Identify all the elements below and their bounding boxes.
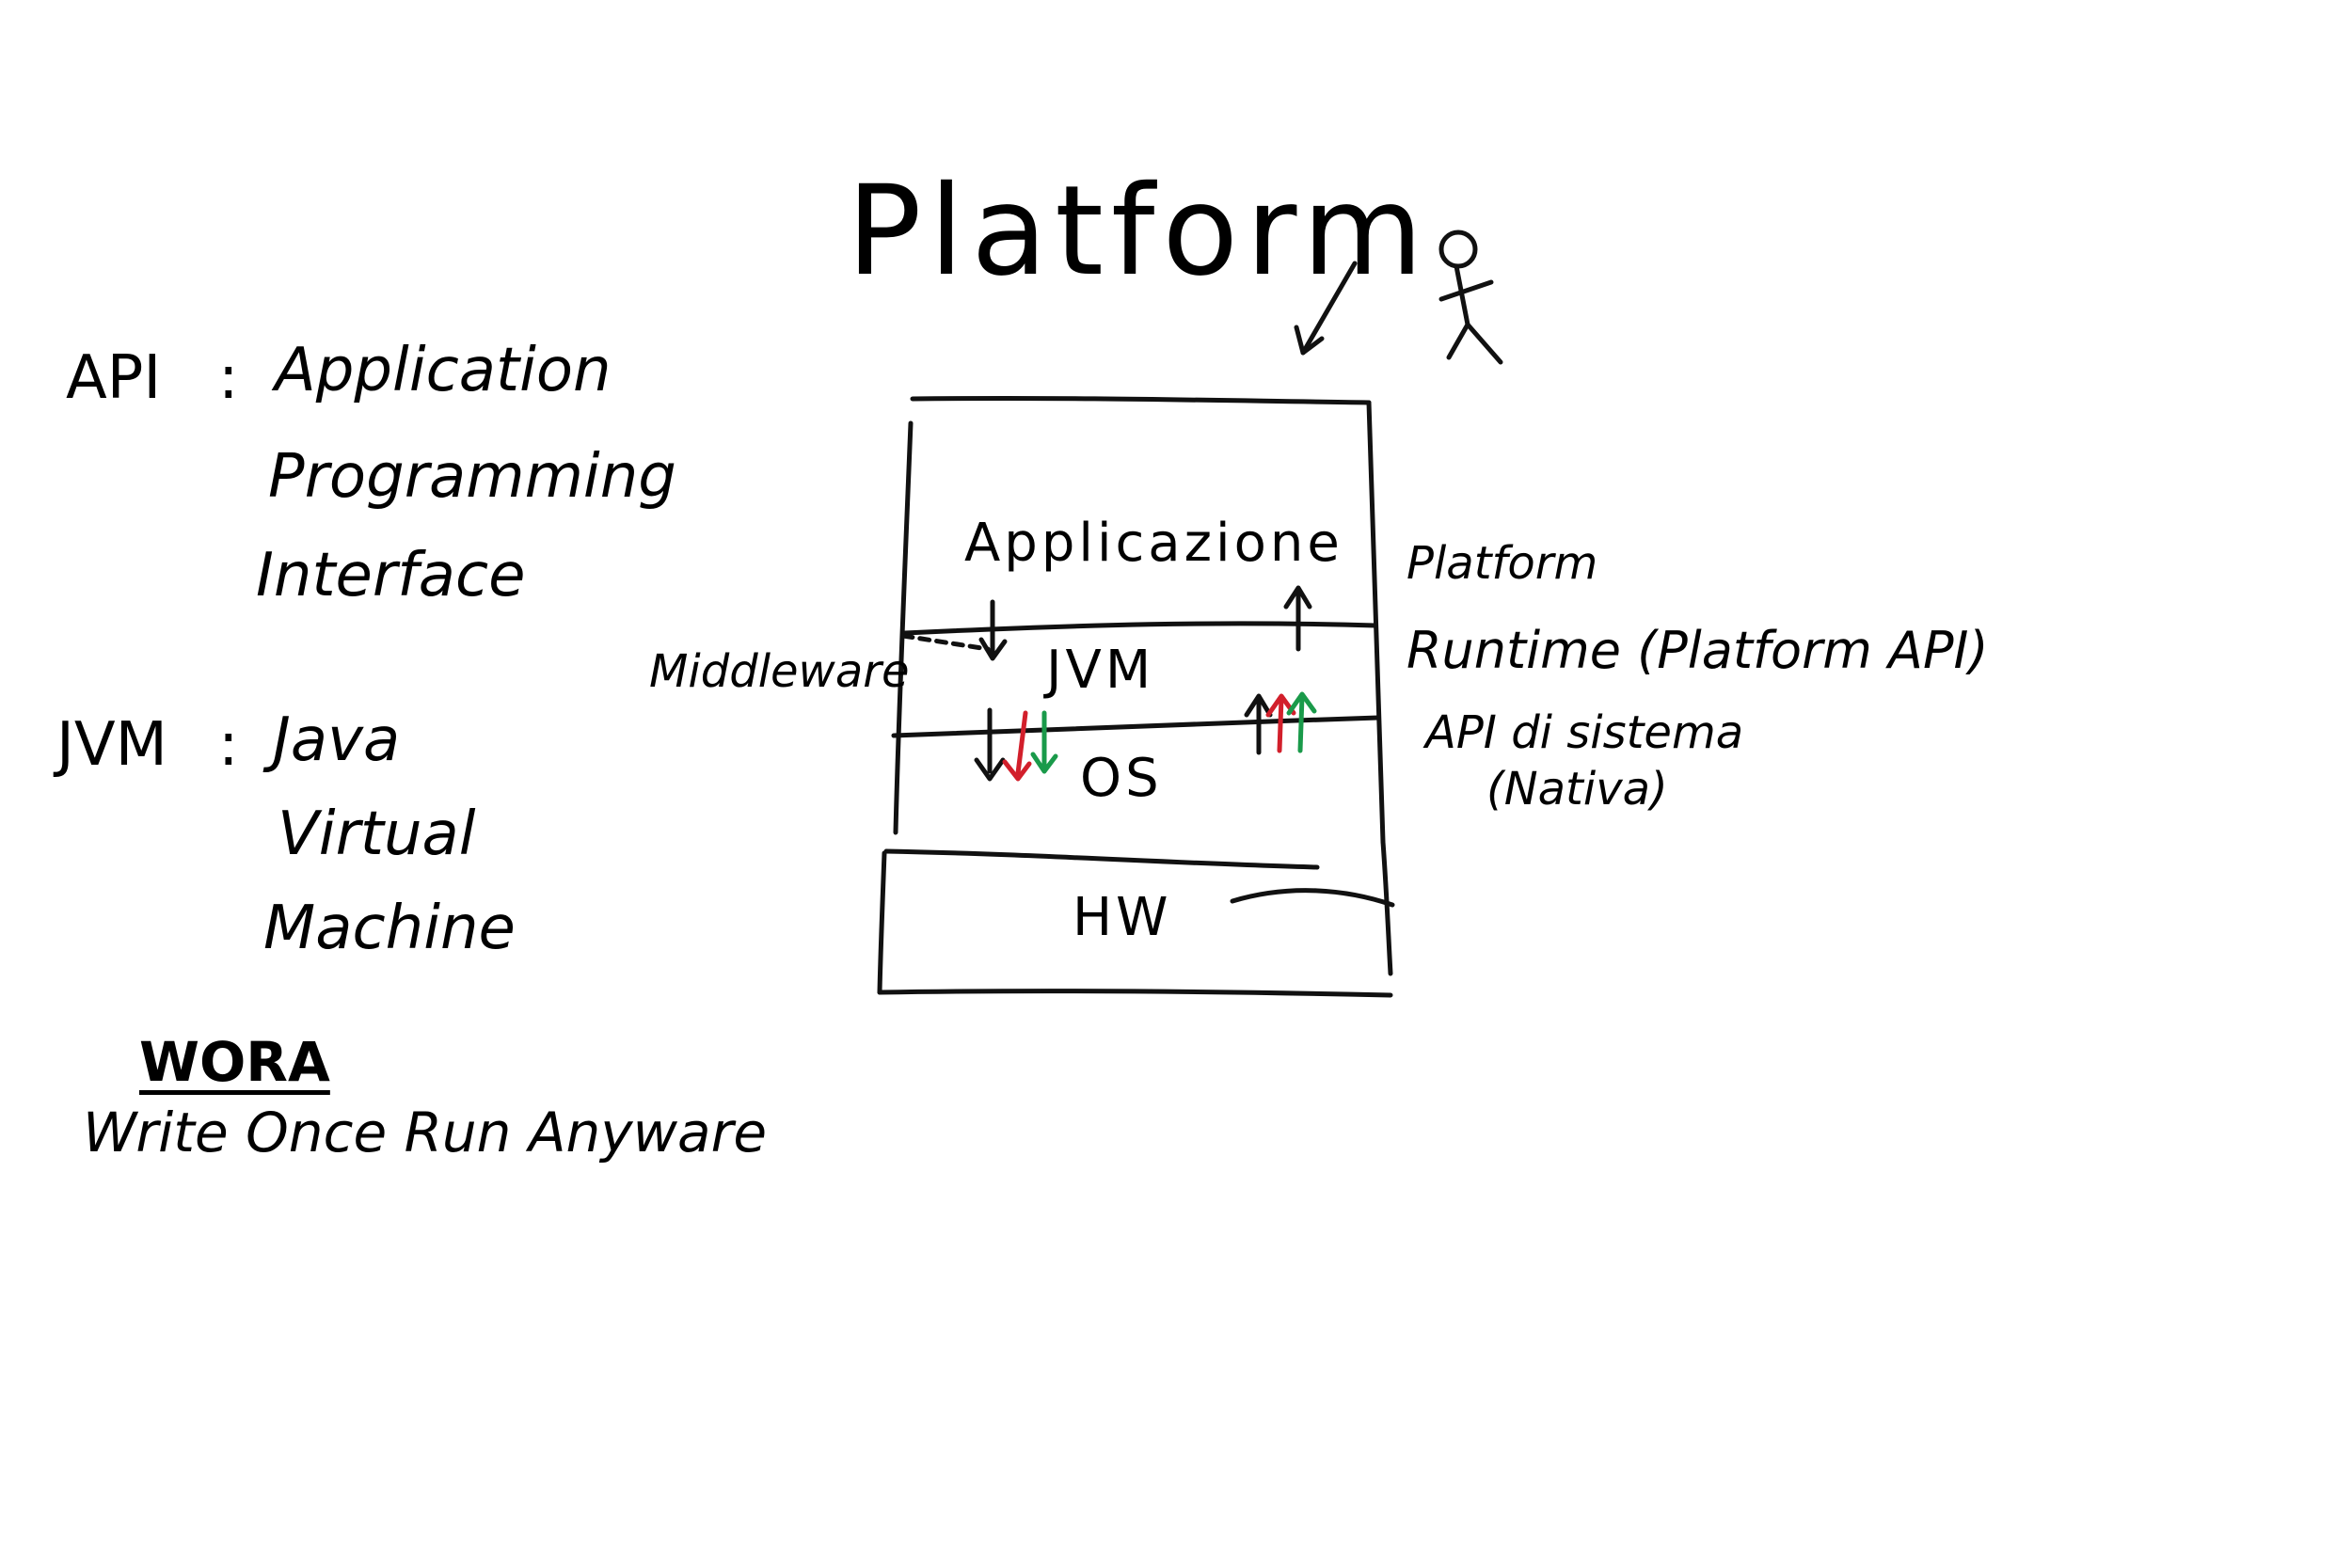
stack-top-line bbox=[910, 395, 1372, 405]
jvm-line-1: Java bbox=[273, 705, 401, 775]
stack-left-line bbox=[893, 420, 914, 835]
stack-bottom-line bbox=[877, 989, 1393, 998]
layer-os: OS bbox=[1080, 748, 1163, 809]
api-line-3: Interface bbox=[256, 541, 526, 610]
label-native: (Nativa) bbox=[1486, 763, 1668, 816]
label-runtime: Runtime (Platform API) bbox=[1406, 621, 1989, 680]
jvm-line-2: Virtual bbox=[278, 800, 476, 869]
os-down-arrow-black-icon bbox=[974, 707, 1006, 782]
layer-divider-os-hw-left bbox=[883, 848, 1320, 870]
hw-left-line bbox=[877, 850, 887, 995]
layer-jvm: JVM bbox=[1046, 640, 1155, 701]
jvm-line-3: Machine bbox=[263, 894, 516, 963]
wora-full: Write Once Run Anyware bbox=[83, 1101, 768, 1164]
layer-divider-app-jvm bbox=[902, 621, 1378, 636]
stack-right-line bbox=[1366, 400, 1386, 845]
layer-applicazione: Applicazione bbox=[964, 513, 1343, 574]
hw-right-line bbox=[1230, 888, 1395, 908]
os-down-arrow-green-icon bbox=[1030, 710, 1058, 774]
jvm-sep: : bbox=[218, 710, 239, 780]
jvm-abbr: JVM bbox=[56, 710, 167, 780]
label-platform: Platform bbox=[1406, 537, 1598, 590]
return-up-arrow-icon bbox=[1283, 585, 1312, 652]
person-icon bbox=[1438, 230, 1503, 365]
hw-right-side bbox=[1380, 839, 1393, 976]
diagram-title: Platform bbox=[847, 159, 1431, 304]
wora-abbr: WORA bbox=[139, 1030, 330, 1094]
api-abbr: API bbox=[66, 343, 162, 413]
os-down-arrow-red-icon bbox=[1002, 710, 1032, 782]
label-middleware: Middleware bbox=[649, 645, 910, 698]
api-line-2: Programming bbox=[268, 442, 676, 512]
layer-hw: HW bbox=[1073, 887, 1172, 948]
label-system-api: API di sistema bbox=[1425, 706, 1744, 759]
api-line-1: Application bbox=[275, 336, 612, 405]
layer-divider-jvm-os bbox=[891, 715, 1381, 738]
api-sep: : bbox=[218, 343, 239, 413]
